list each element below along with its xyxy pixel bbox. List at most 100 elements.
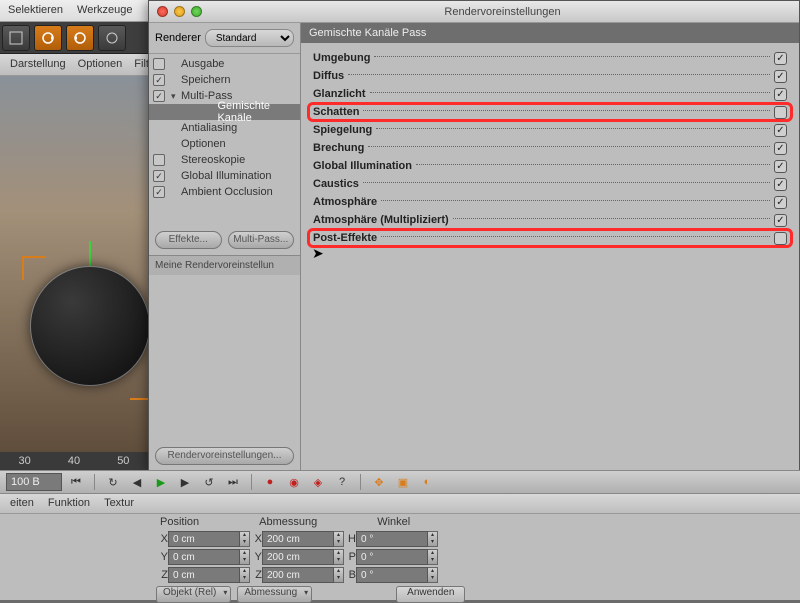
menu-item[interactable]: Selektieren <box>8 4 63 17</box>
checkbox[interactable] <box>153 90 165 102</box>
apply-button[interactable]: Anwenden <box>396 586 465 603</box>
column-header: Winkel <box>377 516 410 528</box>
pass-checkbox[interactable] <box>774 106 787 119</box>
move-button[interactable]: ✥ <box>369 473 389 491</box>
titlebar[interactable]: Rendervoreinstellungen <box>149 1 799 23</box>
tick-label: 50 <box>117 455 129 467</box>
pass-row: Brechung <box>313 139 787 157</box>
play-button[interactable]: ▶ <box>151 473 171 491</box>
prev-frame-button[interactable]: ◀ <box>127 473 147 491</box>
pass-row: Umgebung <box>313 49 787 67</box>
renderer-select[interactable]: Standard <box>205 29 294 47</box>
next-frame-button[interactable]: ▶ <box>175 473 195 491</box>
goto-start-button[interactable]: ⏮ <box>66 473 86 491</box>
tab[interactable]: Darstellung <box>10 58 66 71</box>
tree-item[interactable]: Speichern <box>149 72 300 88</box>
coord-input[interactable] <box>356 531 428 547</box>
rotate-button[interactable] <box>34 25 62 51</box>
goto-end-button[interactable]: ⏭ <box>223 473 243 491</box>
tab[interactable]: Optionen <box>78 58 123 71</box>
scale-button[interactable]: ▣ <box>393 473 413 491</box>
tree-item[interactable]: Optionen <box>149 136 300 152</box>
menu-item[interactable]: Werkzeuge <box>77 4 132 17</box>
spinner[interactable]: ▴▾ <box>334 549 344 565</box>
pass-checkbox[interactable] <box>774 88 787 101</box>
axis-label: P <box>344 551 356 563</box>
loop-button[interactable]: ↻ <box>103 473 123 491</box>
spinner[interactable]: ▴▾ <box>240 531 250 547</box>
tree-label: Optionen <box>181 138 226 150</box>
checkbox[interactable] <box>153 154 165 166</box>
coord-input[interactable] <box>168 531 240 547</box>
render-settings-window: Rendervoreinstellungen Renderer Standard… <box>148 0 800 470</box>
coord-row: X▴▾X▴▾H▴▾ <box>0 530 800 548</box>
pass-checkbox[interactable] <box>774 52 787 65</box>
pass-checkbox[interactable] <box>774 160 787 173</box>
presets-button[interactable]: Rendervoreinstellungen... <box>155 447 294 465</box>
tool-button[interactable] <box>2 25 30 51</box>
minimize-icon[interactable] <box>174 6 185 17</box>
multipass-button[interactable]: Multi-Pass... <box>228 231 295 249</box>
pass-row: Spiegelung <box>313 121 787 139</box>
frame-field[interactable]: 100 B <box>6 473 62 491</box>
viewport-3d[interactable] <box>0 76 148 466</box>
checkbox[interactable] <box>153 186 165 198</box>
preset-name[interactable]: Meine Rendervoreinstellun <box>149 255 300 275</box>
tree-item[interactable]: Ambient Occlusion <box>149 184 300 200</box>
dimension-mode-select[interactable]: Abmessung <box>237 586 312 603</box>
goto-end-button[interactable]: ↺ <box>199 473 219 491</box>
coord-input[interactable] <box>262 531 334 547</box>
spinner[interactable]: ▴▾ <box>240 549 250 565</box>
tab[interactable]: Funktion <box>48 497 90 510</box>
pass-checkbox[interactable] <box>774 142 787 155</box>
zoom-icon[interactable] <box>191 6 202 17</box>
tree-item[interactable]: Gemischte Kanäle <box>149 104 300 120</box>
coord-input[interactable] <box>356 567 428 583</box>
coord-input[interactable] <box>356 549 428 565</box>
tree-item[interactable]: Ausgabe <box>149 56 300 72</box>
coord-input[interactable] <box>168 567 240 583</box>
effects-button[interactable]: Effekte... <box>155 231 222 249</box>
coord-input[interactable] <box>262 549 334 565</box>
pass-checkbox[interactable] <box>774 232 787 245</box>
rotate-button[interactable] <box>66 25 94 51</box>
sphere-object[interactable] <box>30 266 148 386</box>
autokey-button[interactable]: ◉ <box>284 473 304 491</box>
axis-label: X <box>250 533 262 545</box>
pass-checkbox[interactable] <box>774 124 787 137</box>
coord-input[interactable] <box>168 549 240 565</box>
checkbox[interactable] <box>153 170 165 182</box>
tree-label: Speichern <box>181 74 231 86</box>
tree-item[interactable]: Global Illumination <box>149 168 300 184</box>
keyframe-button[interactable]: ◈ <box>308 473 328 491</box>
spinner[interactable]: ▴▾ <box>428 549 438 565</box>
tab[interactable]: Textur <box>104 497 134 510</box>
coord-input[interactable] <box>262 567 334 583</box>
spinner[interactable]: ▴▾ <box>428 567 438 583</box>
tab[interactable]: eiten <box>10 497 34 510</box>
column-header: Position <box>160 516 199 528</box>
rotate-tool-button[interactable]: ◐ <box>417 473 437 491</box>
pass-checkbox[interactable] <box>774 70 787 83</box>
pass-checkbox[interactable] <box>774 214 787 227</box>
tab[interactable]: Filt <box>134 58 149 71</box>
object-mode-select[interactable]: Objekt (Rel) <box>156 586 231 603</box>
spinner[interactable]: ▴▾ <box>334 531 344 547</box>
checkbox[interactable] <box>153 58 165 70</box>
coordinates-panel: eiten Funktion Textur Position Abmessung… <box>0 494 800 600</box>
tool-button[interactable] <box>98 25 126 51</box>
spinner[interactable]: ▴▾ <box>334 567 344 583</box>
pass-checkbox[interactable] <box>774 196 787 209</box>
record-button[interactable]: ● <box>260 473 280 491</box>
spinner[interactable]: ▴▾ <box>428 531 438 547</box>
timeline[interactable]: 30 40 50 <box>0 452 148 470</box>
coord-row: Y▴▾Y▴▾P▴▾ <box>0 548 800 566</box>
help-button[interactable]: ? <box>332 473 352 491</box>
pass-label: Post-Effekte <box>313 232 377 244</box>
pass-checkbox[interactable] <box>774 178 787 191</box>
spinner[interactable]: ▴▾ <box>240 567 250 583</box>
tree-item[interactable]: Stereoskopie <box>149 152 300 168</box>
checkbox[interactable] <box>153 74 165 86</box>
pass-row: Post-Effekte <box>313 229 787 247</box>
close-icon[interactable] <box>157 6 168 17</box>
